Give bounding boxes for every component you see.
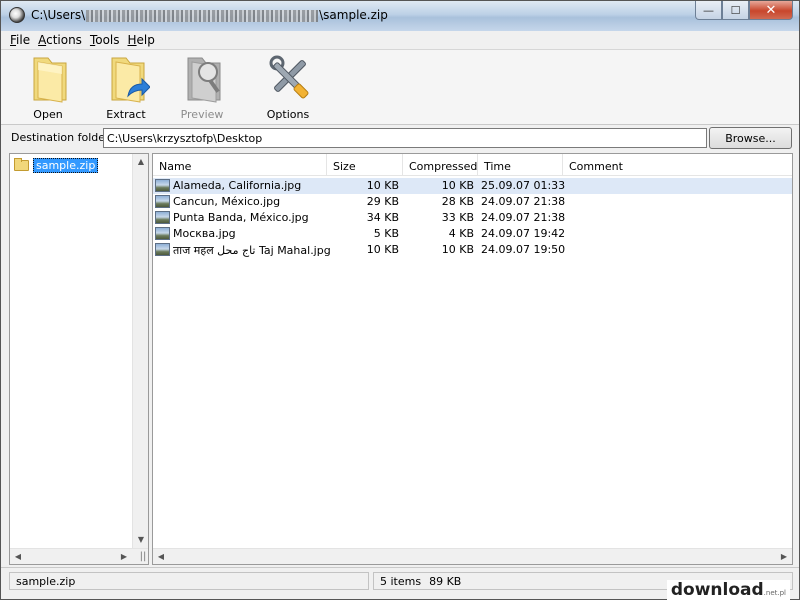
window-controls: — ☐ ✕	[695, 1, 793, 21]
folder-tree[interactable]: sample.zip ▲ ▼ ◀ ▶	[9, 153, 149, 565]
pane-splitter-grip-icon[interactable]: ||	[137, 549, 149, 565]
preview-icon	[187, 57, 221, 103]
file-size: 5 KB	[373, 227, 399, 240]
title-suffix: \sample.zip	[319, 8, 388, 22]
file-size: 29 KB	[366, 195, 399, 208]
table-row[interactable]: ताज महल تاج محل Taj Mahal.jpg 10 KB 10 K…	[153, 242, 792, 258]
list-horizontal-scrollbar[interactable]: ◀ ▶	[153, 548, 792, 564]
browse-button[interactable]: Browse...	[709, 127, 792, 149]
open-label: Open	[33, 108, 63, 121]
toolbar: Open Extract Preview Options	[1, 49, 799, 125]
file-list[interactable]: Name Size Compressed Time Comment Alamed…	[152, 153, 793, 565]
tree-vertical-scrollbar[interactable]: ▲ ▼	[132, 154, 148, 548]
menu-help[interactable]: Help	[124, 31, 159, 49]
preview-label: Preview	[180, 108, 224, 121]
status-total-size: 89 KB	[429, 575, 462, 588]
scroll-left-arrow-icon[interactable]: ◀	[153, 549, 169, 565]
file-time: 24.09.07 21:38	[481, 195, 566, 208]
table-row[interactable]: Cancun, México.jpg 29 KB 28 KB 24.09.07 …	[153, 194, 792, 210]
folder-open-icon	[33, 57, 67, 103]
tree-horizontal-scrollbar[interactable]: ◀ ▶	[10, 548, 148, 564]
status-item-count: 5 items	[380, 575, 422, 588]
image-file-icon	[155, 243, 170, 256]
watermark-logo: download.net.pl	[666, 580, 790, 600]
open-button[interactable]: Open	[13, 52, 83, 122]
options-label: Options	[266, 108, 310, 121]
folder-icon	[14, 157, 29, 171]
file-compressed: 4 KB	[448, 227, 474, 240]
destination-input[interactable]: C:\Users\krzysztofp\Desktop	[103, 128, 707, 148]
watermark-text: download	[670, 580, 764, 600]
options-button[interactable]: Options	[253, 52, 323, 122]
extract-icon	[111, 57, 150, 103]
table-row[interactable]: Alameda, California.jpg 10 KB 10 KB 25.0…	[153, 178, 792, 194]
menu-tools[interactable]: Tools	[86, 31, 124, 49]
file-compressed: 33 KB	[441, 211, 474, 224]
menu-bar: File Actions Tools Help	[1, 31, 799, 49]
close-button[interactable]: ✕	[749, 1, 793, 20]
scroll-down-arrow-icon[interactable]: ▼	[133, 532, 149, 548]
title-prefix: C:\Users\	[31, 8, 86, 22]
file-time: 25.09.07 01:33	[481, 179, 566, 192]
file-compressed: 10 KB	[441, 179, 474, 192]
title-redacted	[86, 9, 319, 22]
extract-button[interactable]: Extract	[91, 52, 161, 122]
minimize-button[interactable]: —	[695, 1, 722, 20]
window-title: C:\Users\ \sample.zip	[31, 8, 388, 22]
column-header-size[interactable]: Size	[327, 154, 403, 176]
watermark-suffix: .net.pl	[763, 589, 786, 597]
file-time: 24.09.07 21:38	[481, 211, 566, 224]
scroll-left-arrow-icon[interactable]: ◀	[10, 549, 26, 565]
maximize-button[interactable]: ☐	[722, 1, 749, 20]
menu-file[interactable]: File	[6, 31, 34, 49]
file-size: 10 KB	[366, 243, 399, 256]
file-rows: Alameda, California.jpg 10 KB 10 KB 25.0…	[153, 178, 792, 258]
tree-item-archive[interactable]: sample.zip	[14, 157, 99, 173]
destination-row: Destination folder: C:\Users\krzysztofp\…	[1, 126, 799, 150]
image-file-icon	[155, 211, 170, 224]
file-time: 24.09.07 19:42	[481, 227, 566, 240]
file-name: Punta Banda, México.jpg	[173, 211, 309, 224]
maximize-icon: ☐	[730, 3, 741, 17]
file-name: Cancun, México.jpg	[173, 195, 281, 208]
tools-icon	[269, 55, 309, 99]
file-time: 24.09.07 19:50	[481, 243, 566, 256]
table-row[interactable]: Punta Banda, México.jpg 34 KB 33 KB 24.0…	[153, 210, 792, 226]
file-name: Москва.jpg	[173, 227, 236, 240]
scroll-right-arrow-icon[interactable]: ▶	[776, 549, 792, 565]
file-compressed: 10 KB	[441, 243, 474, 256]
column-header-comment[interactable]: Comment	[563, 154, 792, 176]
column-header-name[interactable]: Name	[153, 154, 327, 176]
image-file-icon	[155, 195, 170, 208]
column-header-time[interactable]: Time	[478, 154, 563, 176]
scroll-up-arrow-icon[interactable]: ▲	[133, 154, 149, 170]
image-file-icon	[155, 179, 170, 192]
file-name: ताज महल تاج محل Taj Mahal.jpg	[173, 244, 331, 257]
table-row[interactable]: Москва.jpg 5 KB 4 KB 24.09.07 19:42	[153, 226, 792, 242]
destination-label: Destination folder:	[11, 131, 114, 144]
file-size: 34 KB	[366, 211, 399, 224]
minimize-icon: —	[703, 3, 714, 17]
title-bar[interactable]: C:\Users\ \sample.zip — ☐ ✕	[1, 1, 799, 31]
extract-label: Extract	[106, 108, 146, 121]
file-compressed: 28 KB	[441, 195, 474, 208]
archive-window: C:\Users\ \sample.zip — ☐ ✕ File Actions …	[0, 0, 800, 600]
column-header-compressed[interactable]: Compressed	[403, 154, 478, 176]
status-archive-name: sample.zip	[9, 572, 369, 590]
file-name: Alameda, California.jpg	[173, 179, 302, 192]
file-size: 10 KB	[366, 179, 399, 192]
list-header: Name Size Compressed Time Comment	[153, 154, 792, 176]
app-icon[interactable]	[9, 7, 25, 23]
menu-actions[interactable]: Actions	[34, 31, 86, 49]
image-file-icon	[155, 227, 170, 240]
preview-button[interactable]: Preview	[167, 52, 237, 122]
close-icon: ✕	[765, 2, 777, 18]
tree-item-label: sample.zip	[33, 157, 99, 173]
scroll-right-arrow-icon[interactable]: ▶	[116, 549, 132, 565]
